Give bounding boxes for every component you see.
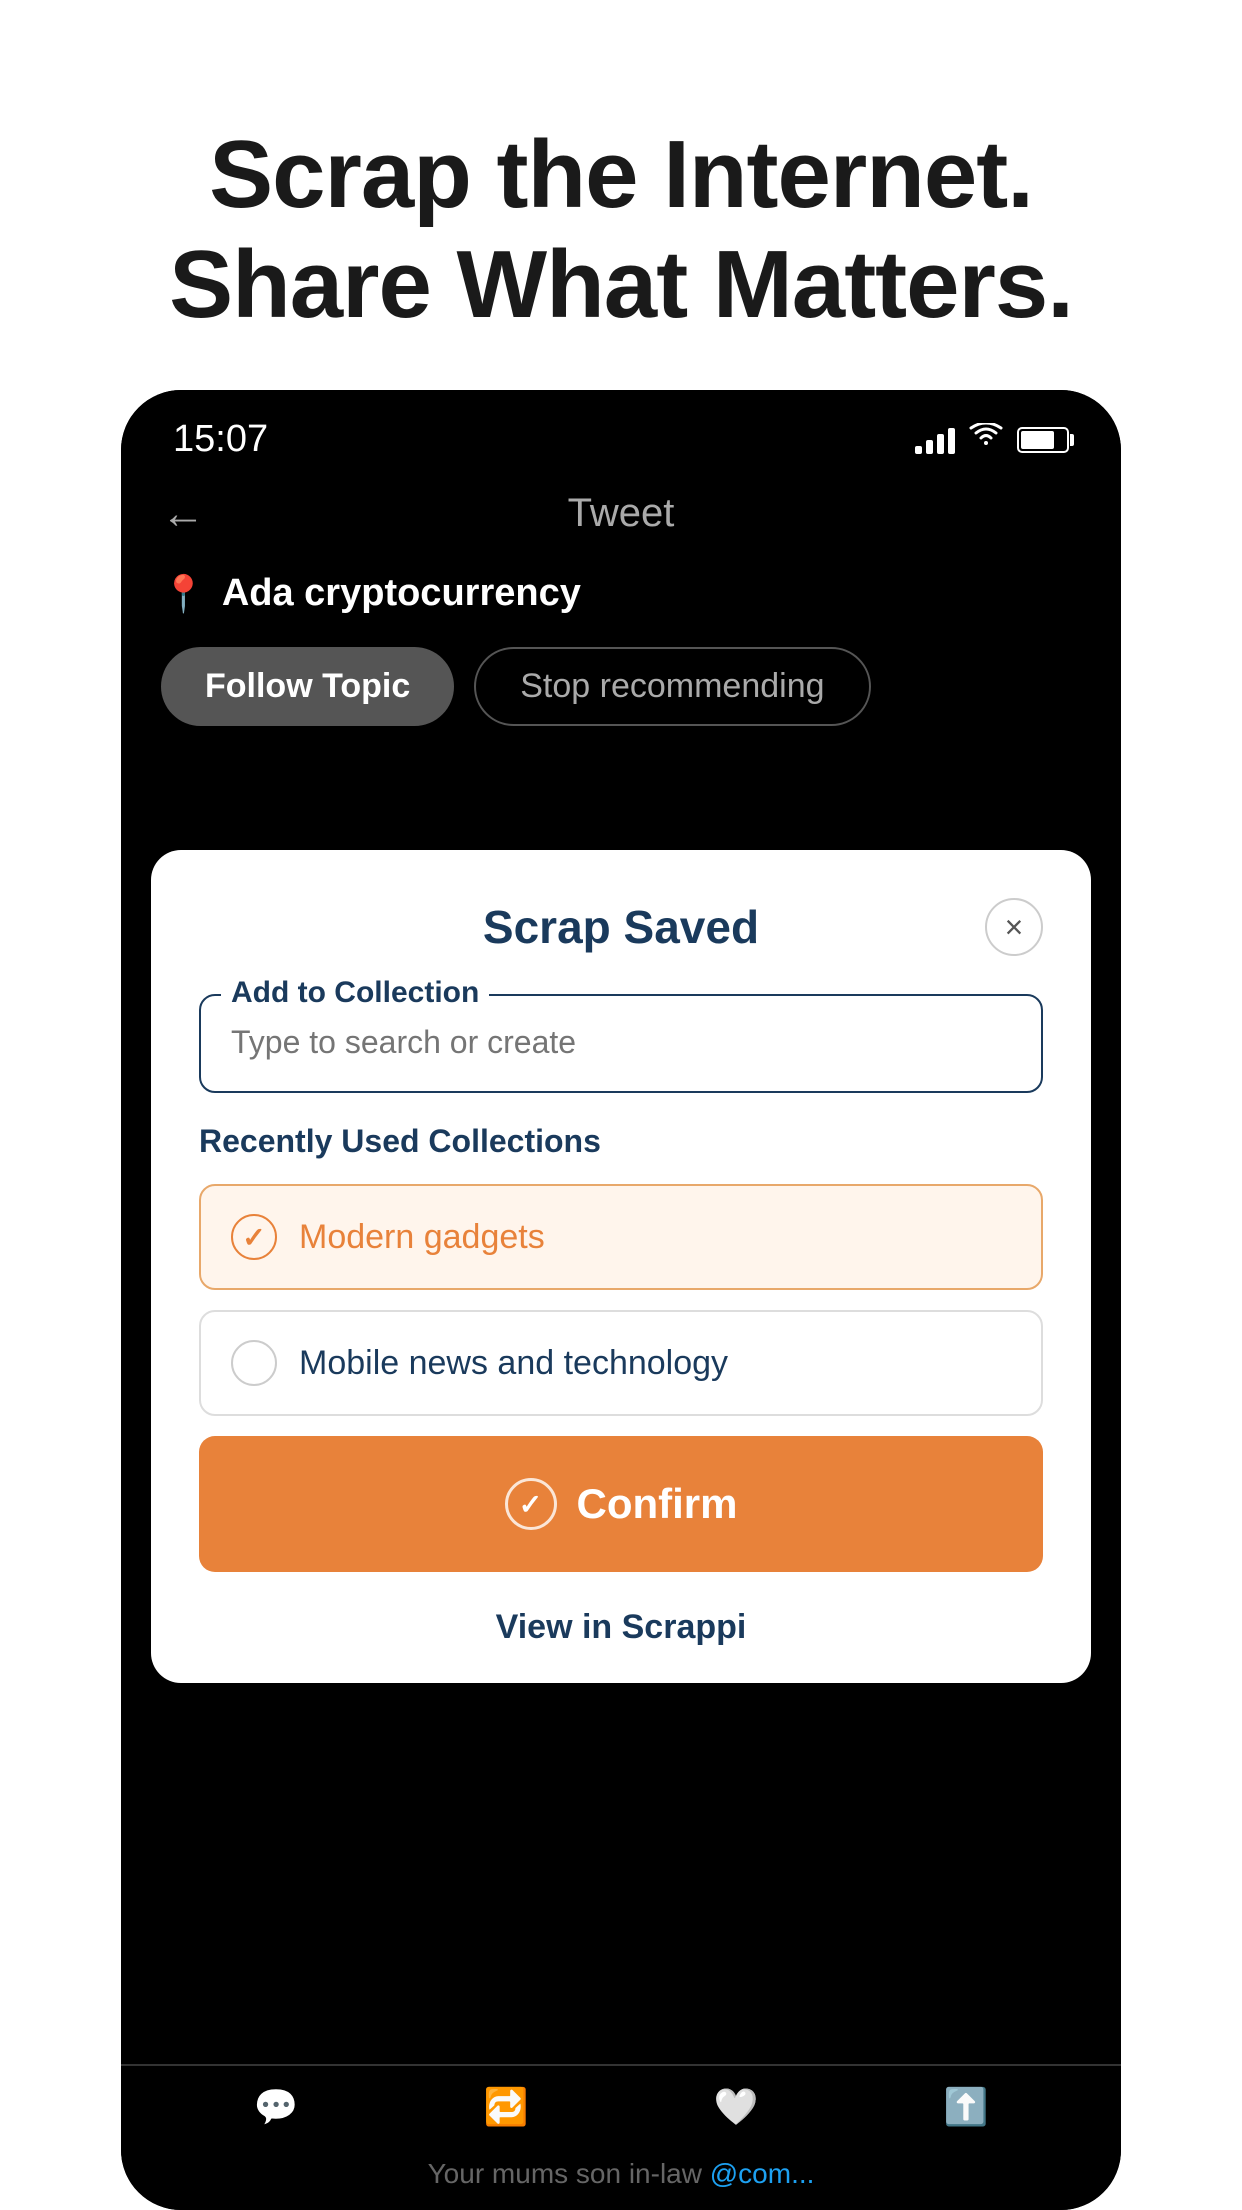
modal-header: Scrap Saved × [199, 900, 1043, 954]
confirm-label: Confirm [577, 1480, 738, 1528]
radio-unselected-icon [231, 1340, 277, 1386]
confirm-button[interactable]: ✓ Confirm [199, 1436, 1043, 1572]
comment-icon[interactable]: 💬 [254, 2086, 299, 2128]
status-bar: 15:07 [121, 390, 1121, 471]
recently-used-label: Recently Used Collections [199, 1123, 1043, 1160]
collection-item-mobile-news[interactable]: Mobile news and technology [199, 1310, 1043, 1416]
status-time: 15:07 [173, 418, 268, 461]
phone-bottom-area: 💬 🔁 🤍 ⬆️ Your mums son in-law @com... [121, 2064, 1121, 2210]
like-icon[interactable]: 🤍 [714, 2086, 759, 2128]
retweet-icon[interactable]: 🔁 [484, 2086, 529, 2128]
follow-topic-button[interactable]: Follow Topic [161, 647, 454, 726]
modal-card: Scrap Saved × Add to Collection Recently… [151, 850, 1091, 1683]
phone-frame: 15:07 ← Tweet [121, 390, 1121, 2210]
wifi-icon [969, 423, 1003, 457]
pin-icon: 📍 [161, 573, 206, 615]
tweet-actions-bar: 💬 🔁 🤍 ⬆️ [121, 2065, 1121, 2148]
confirm-check-icon: ✓ [505, 1478, 557, 1530]
stop-recommending-button[interactable]: Stop recommending [474, 647, 870, 726]
modal-close-button[interactable]: × [985, 898, 1043, 956]
topic-row: 📍 Ada cryptocurrency [121, 556, 1121, 631]
radio-selected-icon [231, 1214, 277, 1260]
collection-section-label: Add to Collection [221, 976, 489, 1010]
collection-item-name: Modern gadgets [299, 1218, 545, 1257]
back-button[interactable]: ← [161, 489, 205, 539]
share-icon[interactable]: ⬆️ [944, 2086, 989, 2128]
collection-item-modern-gadgets[interactable]: Modern gadgets [199, 1184, 1043, 1290]
collection-item-name: Mobile news and technology [299, 1344, 728, 1383]
modal-title: Scrap Saved [483, 900, 759, 954]
signal-icon [915, 426, 955, 454]
topic-actions: Follow Topic Stop recommending [121, 631, 1121, 756]
tweet-nav-title: Tweet [568, 491, 675, 536]
view-in-scrappi-link[interactable]: View in Scrappi [199, 1572, 1043, 1683]
battery-icon [1017, 427, 1069, 453]
bottom-username-text: Your mums son in-law @com... [121, 2148, 1121, 2210]
headline-line2: Share What Matters. [169, 231, 1073, 338]
headline-line1: Scrap the Internet. [209, 121, 1033, 228]
tweet-nav-header: ← Tweet [121, 471, 1121, 556]
add-to-collection-section: Add to Collection [199, 994, 1043, 1093]
status-icons [915, 423, 1069, 457]
topic-name: Ada cryptocurrency [222, 572, 581, 615]
top-area: Scrap the Internet. Share What Matters. [0, 0, 1242, 401]
headline: Scrap the Internet. Share What Matters. [80, 120, 1162, 341]
